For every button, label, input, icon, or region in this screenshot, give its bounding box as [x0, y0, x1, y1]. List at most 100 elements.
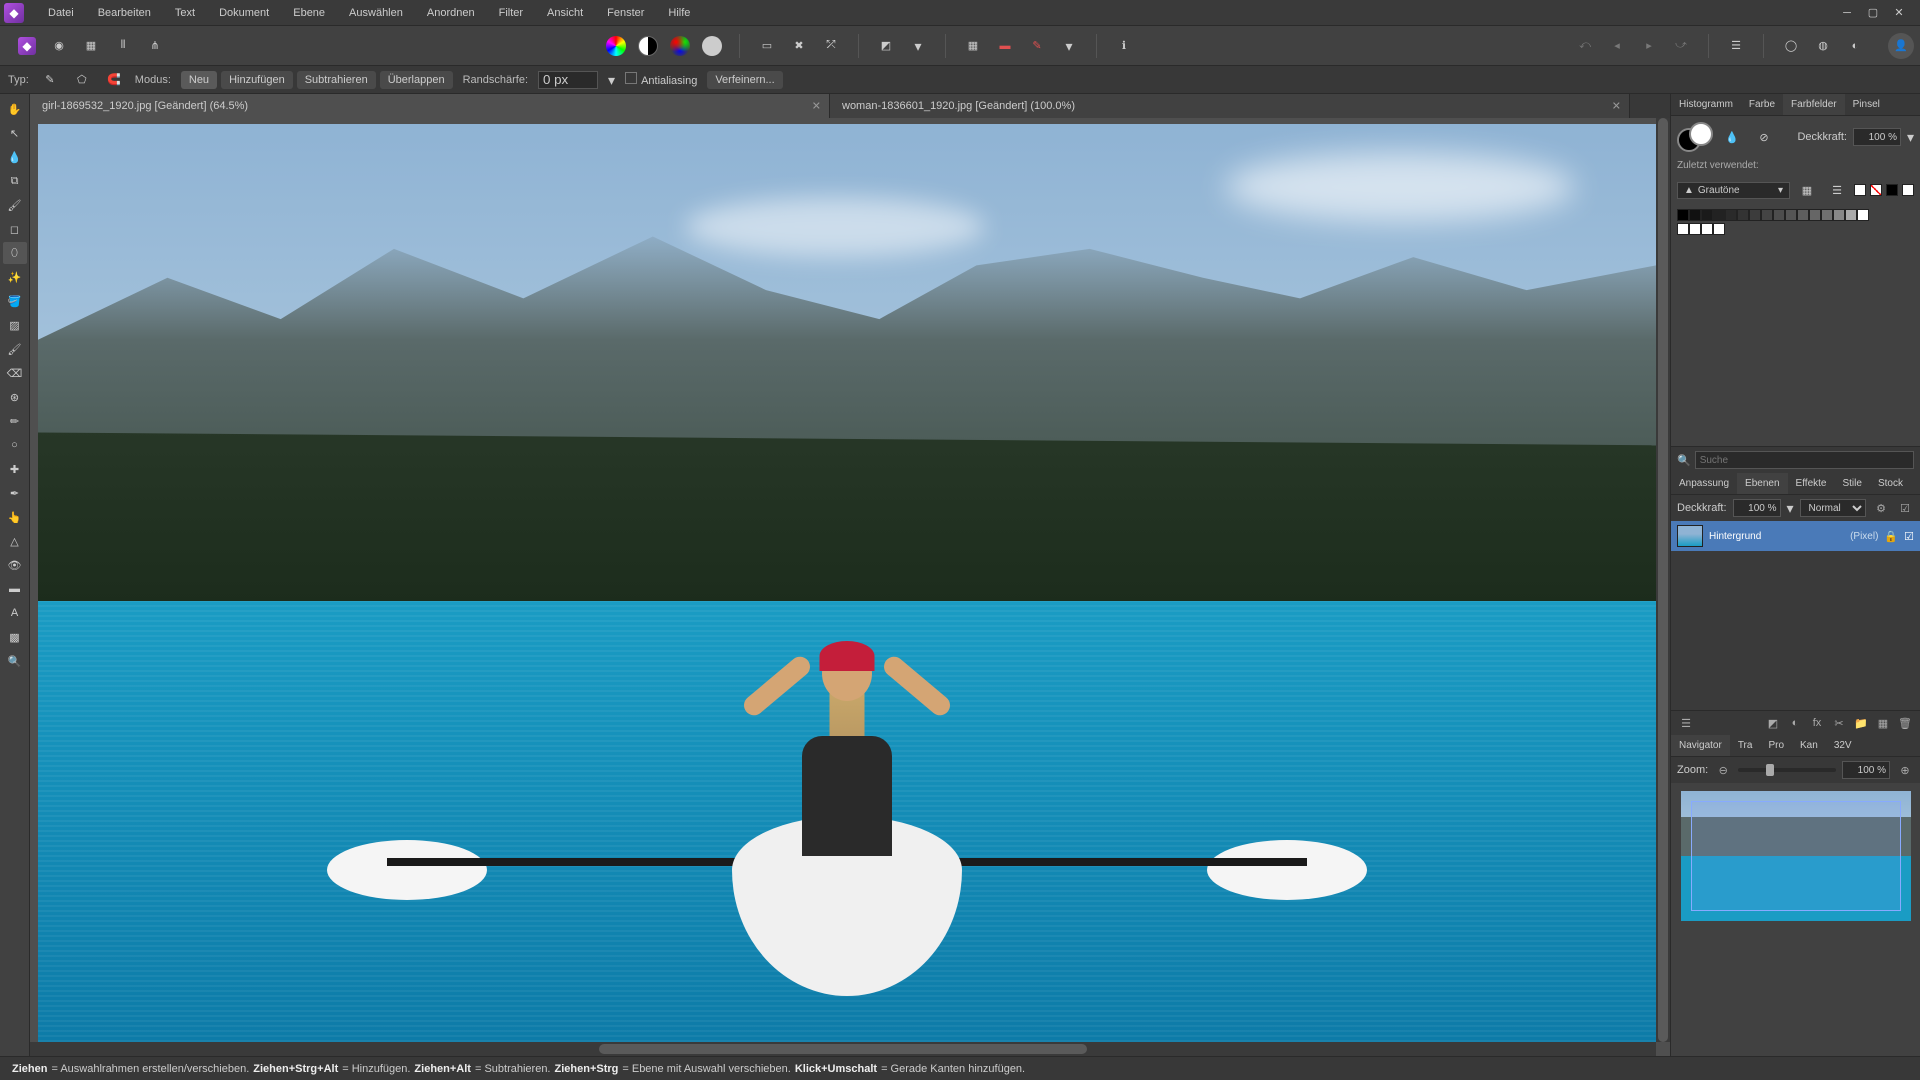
chevron-down-icon[interactable]: ▾ — [1787, 501, 1794, 515]
selection-path-icon[interactable]: ⤱ — [818, 33, 844, 59]
tab-close-icon[interactable]: ✕ — [1612, 100, 1621, 113]
swatch[interactable] — [1689, 223, 1701, 235]
menu-ebene[interactable]: Ebene — [281, 3, 337, 23]
swatch[interactable] — [1797, 209, 1809, 221]
panel-tab-pro[interactable]: Pro — [1760, 735, 1792, 756]
move-tool-icon[interactable]: ↖ — [3, 122, 27, 144]
document-tab[interactable]: girl-1869532_1920.jpg [Geändert] (64.5%)… — [30, 94, 830, 118]
swatch[interactable] — [1821, 209, 1833, 221]
menu-dokument[interactable]: Dokument — [207, 3, 281, 23]
chevron-down-icon[interactable]: ▾ — [608, 73, 615, 87]
swatch[interactable] — [1701, 209, 1713, 221]
geom-intersect-icon[interactable]: ◐ — [1842, 33, 1868, 59]
panel-tab-histogramm[interactable]: Histogramm — [1671, 94, 1741, 115]
clone-tool-icon[interactable]: ⊛ — [3, 386, 27, 408]
vertical-scrollbar[interactable] — [1656, 118, 1670, 1042]
pen-tool-icon[interactable]: ✒ — [3, 482, 27, 504]
zoom-in-icon[interactable]: ⊕ — [1896, 761, 1914, 779]
mode-neu[interactable]: Neu — [181, 71, 217, 89]
persona-tone-icon[interactable]: ⫴ — [110, 33, 136, 59]
persona-liquify-icon[interactable]: ◉ — [46, 33, 72, 59]
swatch[interactable] — [1773, 209, 1785, 221]
gradient-tool-icon[interactable]: ▨ — [3, 314, 27, 336]
zoom-tool-icon[interactable]: 🔍 — [3, 650, 27, 672]
polygon-type-icon[interactable]: ⬠ — [71, 69, 93, 91]
zoom-out-icon[interactable]: ⊖ — [1714, 761, 1732, 779]
view-tool-icon[interactable]: ✋ — [3, 98, 27, 120]
swatch-white[interactable] — [1902, 184, 1914, 196]
selection-rect-icon[interactable]: ▭ — [754, 33, 780, 59]
panel-tab-effekte[interactable]: Effekte — [1788, 473, 1835, 494]
swatch[interactable] — [1833, 209, 1845, 221]
swatch[interactable] — [1713, 209, 1725, 221]
color-picker-tool-icon[interactable]: 💧 — [3, 146, 27, 168]
menu-bearbeiten[interactable]: Bearbeiten — [86, 3, 163, 23]
layer-opacity-input[interactable] — [1733, 499, 1781, 517]
dropdown-icon[interactable]: ▾ — [1056, 33, 1082, 59]
eyedropper-icon[interactable]: 💧 — [1719, 124, 1745, 150]
panel-tab-tra[interactable]: Tra — [1730, 735, 1761, 756]
zoom-slider[interactable] — [1738, 768, 1836, 772]
arrange-back-icon[interactable]: ⤺ — [1572, 33, 1598, 59]
shape-tool-icon[interactable]: ▬ — [3, 578, 27, 600]
palette-menu-icon[interactable]: ☰ — [1824, 177, 1850, 203]
persona-develop-icon[interactable]: ▦ — [78, 33, 104, 59]
magnetic-type-icon[interactable]: 🧲 — [103, 69, 125, 91]
group-icon[interactable]: 📁 — [1852, 714, 1870, 732]
close-button[interactable]: ✕ — [1890, 4, 1908, 22]
swatch[interactable] — [1677, 209, 1689, 221]
color-wheel-icon[interactable] — [603, 33, 629, 59]
canvas[interactable] — [38, 124, 1656, 1042]
swatch[interactable] — [1689, 209, 1701, 221]
lock-icon[interactable]: 🔒 — [1884, 530, 1898, 543]
panel-tab-kan[interactable]: Kan — [1792, 735, 1826, 756]
freehand-selection-tool-icon[interactable]: ⬯ — [3, 242, 27, 264]
delete-layer-icon[interactable]: 🗑 — [1896, 714, 1914, 732]
panel-tab-stock[interactable]: Stock — [1870, 473, 1911, 494]
dropdown-icon[interactable]: ▾ — [905, 33, 931, 59]
swatch[interactable] — [1785, 209, 1797, 221]
fill-tool-icon[interactable]: 🪣 — [3, 290, 27, 312]
panel-tab-32v[interactable]: 32V — [1826, 735, 1860, 756]
refine-icon[interactable]: ✎ — [1024, 33, 1050, 59]
adjustment-icon[interactable]: ◐ — [1786, 714, 1804, 732]
blend-mode-select[interactable]: Normal — [1800, 499, 1866, 517]
horizontal-scrollbar[interactable] — [30, 1042, 1656, 1056]
healing-tool-icon[interactable]: ✚ — [3, 458, 27, 480]
arrange-front-icon[interactable]: ⤻ — [1668, 33, 1694, 59]
align-icon[interactable]: ☰ — [1723, 33, 1749, 59]
smudge-tool-icon[interactable]: 👆 — [3, 506, 27, 528]
layer-visible-icon[interactable]: ☑ — [1896, 499, 1914, 517]
account-icon[interactable]: 👤 — [1888, 33, 1914, 59]
palette-dropdown[interactable]: ▲Grautöne▾ — [1677, 182, 1790, 199]
geom-add-icon[interactable]: ◯ — [1778, 33, 1804, 59]
mode-subtrahieren[interactable]: Subtrahieren — [297, 71, 376, 89]
panel-tab-pinsel[interactable]: Pinsel — [1845, 94, 1888, 115]
grey-icon[interactable] — [699, 33, 725, 59]
minimize-button[interactable]: ─ — [1838, 4, 1856, 22]
menu-auswählen[interactable]: Auswählen — [337, 3, 415, 23]
opacity-input[interactable] — [1853, 128, 1901, 146]
maximize-button[interactable]: ▢ — [1864, 4, 1882, 22]
mode-hinzufügen[interactable]: Hinzufügen — [221, 71, 293, 89]
swatch-white[interactable] — [1854, 184, 1866, 196]
grid-icon[interactable]: ▦ — [960, 33, 986, 59]
none-color-icon[interactable]: ⊘ — [1751, 124, 1777, 150]
layer-row[interactable]: Hintergrund (Pixel) 🔒 ☑ — [1671, 521, 1920, 551]
tab-close-icon[interactable]: ✕ — [812, 100, 821, 113]
menu-fenster[interactable]: Fenster — [595, 3, 656, 23]
navigator-thumbnail[interactable] — [1681, 791, 1911, 921]
panel-tab-navigator[interactable]: Navigator — [1671, 735, 1730, 756]
swatch[interactable] — [1809, 209, 1821, 221]
rgb-icon[interactable] — [667, 33, 693, 59]
bw-icon[interactable] — [635, 33, 661, 59]
panel-tab-ebenen[interactable]: Ebenen — [1737, 473, 1787, 494]
mask-icon[interactable]: ◩ — [1764, 714, 1782, 732]
marquee-tool-icon[interactable]: ◻ — [3, 218, 27, 240]
visible-checkbox[interactable]: ☑ — [1904, 530, 1914, 543]
swatch[interactable] — [1761, 209, 1773, 221]
arrange-backward-icon[interactable]: ◂ — [1604, 33, 1630, 59]
swatch[interactable] — [1749, 209, 1761, 221]
swatch[interactable] — [1737, 209, 1749, 221]
selection-brush-tool-icon[interactable]: 🖌 — [3, 194, 27, 216]
